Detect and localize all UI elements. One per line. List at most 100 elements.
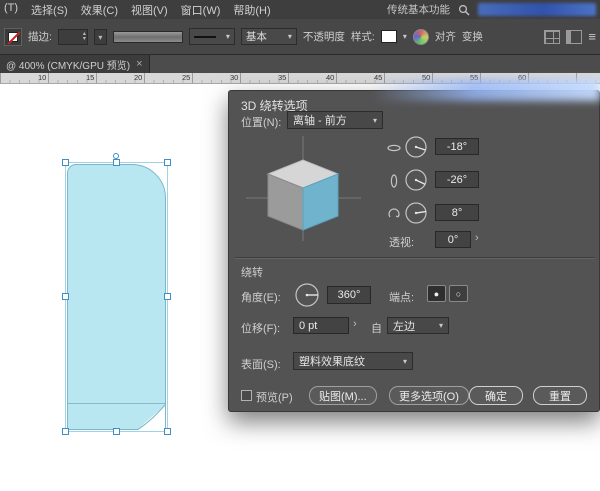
offset-from-dropdown[interactable]: 左边 ▾ bbox=[387, 317, 449, 334]
selection-handle[interactable] bbox=[113, 428, 120, 435]
chevron-down-icon: ▾ bbox=[288, 32, 292, 41]
chevron-down-icon: ▾ bbox=[439, 321, 443, 330]
section-divider bbox=[235, 257, 595, 259]
highlight-artifact bbox=[478, 3, 596, 16]
cap-hollow-toggle[interactable]: ○ bbox=[449, 285, 468, 302]
selection-handle[interactable] bbox=[164, 428, 171, 435]
spinner-icons[interactable]: ▴ ▾ bbox=[83, 32, 87, 42]
ruler-number: 35 bbox=[278, 73, 286, 82]
document-tab-bar: @ 400% (CMYK/GPU 预览) × bbox=[0, 55, 600, 73]
offset-value[interactable]: 0 pt bbox=[293, 317, 349, 334]
align-link[interactable]: 对齐 bbox=[435, 29, 456, 44]
offset-from-value: 左边 bbox=[393, 318, 415, 334]
menu-item-window[interactable]: 窗口(W) bbox=[181, 2, 221, 18]
spinner-down-icon[interactable]: ▾ bbox=[83, 37, 86, 42]
brush-stroke-icon bbox=[194, 36, 216, 38]
menubar-right: 传统基本功能 bbox=[387, 2, 600, 17]
selection-handle[interactable] bbox=[164, 159, 171, 166]
chevron-down-icon: ▾ bbox=[373, 116, 377, 125]
rotate-y-icon bbox=[387, 174, 401, 188]
opacity-link[interactable]: 不透明度 bbox=[303, 29, 345, 44]
page-curl bbox=[136, 402, 167, 431]
chevron-down-icon: ▾ bbox=[403, 357, 407, 366]
illustrator-window: (T) 选择(S) 效果(C) 视图(V) 窗口(W) 帮助(H) 传统基本功能… bbox=[0, 0, 600, 491]
document-tab[interactable]: @ 400% (CMYK/GPU 预览) × bbox=[0, 55, 150, 73]
selection-handle[interactable] bbox=[62, 159, 69, 166]
panels-icon[interactable] bbox=[566, 30, 582, 44]
chevron-down-icon[interactable]: ▾ bbox=[403, 32, 407, 41]
more-options-button[interactable]: 更多选项(O) bbox=[389, 386, 469, 405]
menu-item-help[interactable]: 帮助(H) bbox=[233, 2, 270, 18]
rotate-z-icon bbox=[387, 207, 401, 221]
preview-checkbox[interactable] bbox=[241, 390, 252, 401]
reset-button[interactable]: 重置 bbox=[533, 386, 587, 405]
brush-definition-dropdown[interactable]: ▾ bbox=[189, 28, 235, 45]
fill-stroke-indicator[interactable] bbox=[4, 28, 22, 46]
graphic-style-label: 基本 bbox=[246, 29, 267, 44]
rotate-x-dial[interactable] bbox=[403, 134, 429, 160]
rotate-z-value[interactable]: 8° bbox=[435, 204, 479, 221]
ruler-number: 45 bbox=[374, 73, 382, 82]
variable-width-profile[interactable] bbox=[113, 31, 183, 43]
selection-handle[interactable] bbox=[62, 428, 69, 435]
ok-button[interactable]: 确定 bbox=[469, 386, 523, 405]
menu-item-view[interactable]: 视图(V) bbox=[131, 2, 168, 18]
preview-label: 预览(P) bbox=[256, 389, 293, 405]
stroke-weight-stepper[interactable]: ▴ ▾ bbox=[58, 29, 88, 45]
from-label: 自 bbox=[371, 320, 382, 336]
position-label: 位置(N): bbox=[241, 114, 281, 130]
workspace-switcher[interactable]: 传统基本功能 bbox=[387, 2, 450, 17]
grid-icon[interactable] bbox=[544, 30, 560, 44]
ruler-number: 15 bbox=[86, 73, 94, 82]
revolved-shape[interactable] bbox=[67, 164, 166, 430]
stroke-weight-dropdown[interactable]: ▾ bbox=[94, 29, 107, 45]
rotate-x-icon bbox=[387, 141, 401, 155]
document-tab-label: @ 400% (CMYK/GPU 预览) bbox=[6, 57, 130, 72]
selection-handle[interactable] bbox=[113, 159, 120, 166]
style-label: 样式: bbox=[351, 29, 375, 44]
controlbar-right-icons: ≡ bbox=[544, 29, 596, 44]
position-dropdown[interactable]: 离轴 - 前方 ▾ bbox=[287, 111, 383, 129]
angle-value[interactable]: 360° bbox=[327, 286, 371, 304]
chevron-down-icon: ▾ bbox=[226, 32, 230, 41]
chevron-right-icon[interactable]: › bbox=[353, 318, 357, 330]
track-cube[interactable] bbox=[246, 136, 361, 241]
surface-value: 塑料效果底纹 bbox=[299, 353, 365, 369]
offset-label: 位移(F): bbox=[241, 320, 280, 336]
menu-item-effect[interactable]: 效果(C) bbox=[81, 2, 118, 18]
control-bar: 描边: ▴ ▾ ▾ ▾ 基本 ▾ 不透明度 样式: ▾ 对齐 变换 ≡ bbox=[0, 19, 600, 55]
ruler-number: 25 bbox=[182, 73, 190, 82]
menu-item-type[interactable]: (T) bbox=[4, 2, 18, 18]
selection-handle[interactable] bbox=[62, 293, 69, 300]
surface-dropdown[interactable]: 塑料效果底纹 ▾ bbox=[293, 352, 413, 370]
rotate-y-dial[interactable] bbox=[403, 167, 429, 193]
transform-link[interactable]: 变换 bbox=[462, 29, 483, 44]
position-value: 离轴 - 前方 bbox=[293, 112, 347, 128]
style-swatch[interactable] bbox=[381, 30, 397, 43]
ruler-number: 55 bbox=[470, 73, 478, 82]
map-art-button[interactable]: 贴图(M)... bbox=[309, 386, 377, 405]
anchor-point-handle[interactable] bbox=[113, 153, 119, 159]
cap-solid-toggle[interactable]: ● bbox=[427, 285, 446, 302]
perspective-value[interactable]: 0° bbox=[435, 231, 471, 248]
revolve-options-dialog: 3D 绕转选项 位置(N): 离轴 - 前方 ▾ -18° bbox=[228, 90, 600, 412]
color-wheel-icon[interactable] bbox=[413, 29, 429, 45]
close-icon[interactable]: × bbox=[136, 58, 142, 70]
rotate-z-dial[interactable] bbox=[403, 200, 429, 226]
ruler-number: 60 bbox=[518, 73, 526, 82]
search-icon[interactable] bbox=[458, 4, 470, 16]
rotate-y-value[interactable]: -26° bbox=[435, 171, 479, 188]
menu-icon[interactable]: ≡ bbox=[588, 29, 596, 44]
chevron-right-icon[interactable]: › bbox=[475, 232, 479, 244]
menu-bar: (T) 选择(S) 效果(C) 视图(V) 窗口(W) 帮助(H) 传统基本功能 bbox=[0, 0, 600, 19]
angle-dial[interactable] bbox=[293, 281, 321, 309]
menu-item-select[interactable]: 选择(S) bbox=[31, 2, 68, 18]
rotate-x-value[interactable]: -18° bbox=[435, 138, 479, 155]
graphic-style-dropdown[interactable]: 基本 ▾ bbox=[241, 28, 297, 45]
revolve-section-label: 绕转 bbox=[241, 264, 263, 280]
stroke-label: 描边: bbox=[28, 29, 52, 44]
ruler-number: 40 bbox=[326, 73, 334, 82]
ruler-number: 50 bbox=[422, 73, 430, 82]
selection-handle[interactable] bbox=[164, 293, 171, 300]
ruler-number: 20 bbox=[134, 73, 142, 82]
